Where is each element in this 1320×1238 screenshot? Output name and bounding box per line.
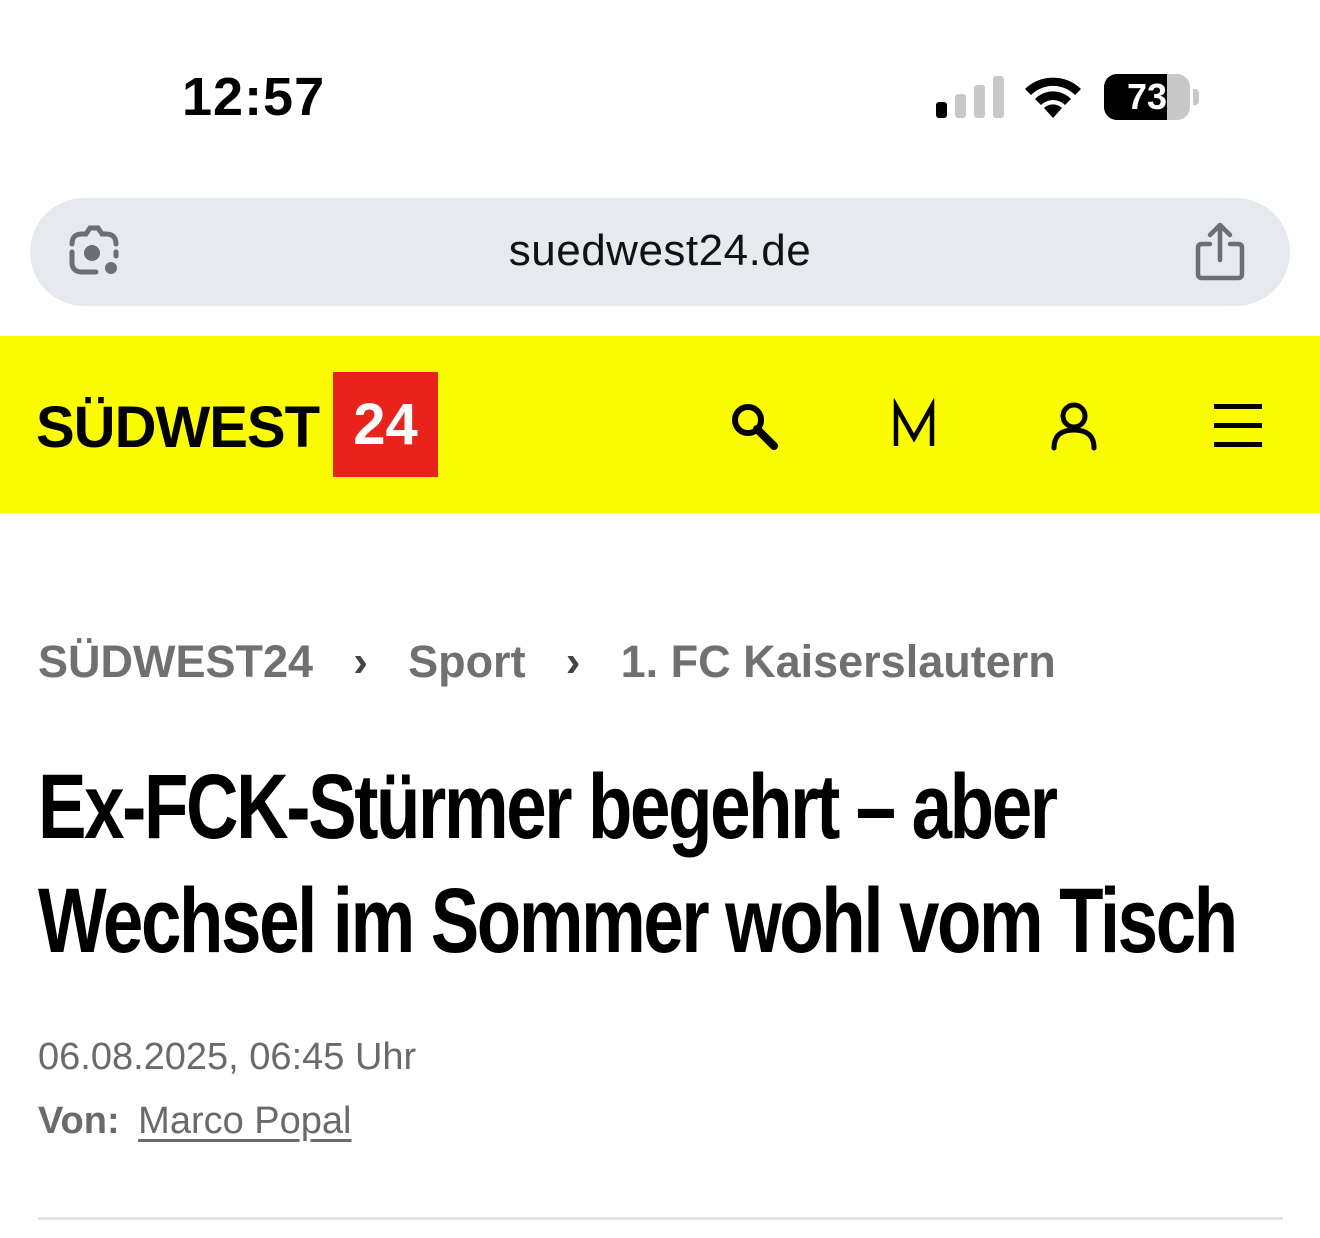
status-bar: 12:57 73: [0, 0, 1320, 190]
headline-line-2: Wechsel im Sommer wohl vom Tisch: [38, 870, 1238, 972]
breadcrumb-separator: ›: [565, 637, 581, 686]
logo-wordmark: SÜDWEST: [36, 395, 320, 460]
url-text[interactable]: suedwest24.de: [30, 198, 1290, 306]
camera-search-icon[interactable]: [64, 222, 124, 282]
logo-number: 24: [353, 392, 418, 457]
site-logo[interactable]: SÜDWEST 24: [36, 372, 440, 477]
breadcrumb-separator: ›: [353, 637, 368, 686]
wifi-icon: [1025, 77, 1081, 118]
status-time: 12:57: [182, 67, 326, 127]
logo-number-box: 24: [333, 372, 438, 477]
battery-icon: 73: [1104, 74, 1200, 120]
merkliste-m-icon[interactable]: [886, 398, 942, 454]
breadcrumb: SÜDWEST24 › Sport › 1. FC Kaiserslautern: [38, 632, 1056, 692]
article-headline: Ex-FCK-Stürmer begehrt – aber Wechsel im…: [38, 750, 1270, 978]
article-date: 06.08.2025, 06:45 Uhr: [38, 1036, 417, 1078]
address-bar[interactable]: suedwest24.de: [30, 198, 1290, 306]
search-icon[interactable]: [726, 398, 782, 454]
breadcrumb-item-home[interactable]: SÜDWEST24: [38, 636, 313, 688]
user-icon[interactable]: [1046, 398, 1102, 454]
divider: [38, 1217, 1283, 1220]
site-header: SÜDWEST 24: [0, 336, 1320, 513]
breadcrumb-item-team[interactable]: 1. FC Kaiserslautern: [621, 636, 1056, 688]
share-icon[interactable]: [1190, 220, 1250, 284]
article-byline: Von: Marco Popal: [38, 1100, 352, 1143]
cellular-signal-icon: [936, 76, 1004, 118]
menu-icon[interactable]: [1210, 398, 1266, 454]
breadcrumb-item-sport[interactable]: Sport: [408, 636, 526, 688]
battery-percent: 73: [1126, 76, 1168, 117]
headline-line-1: Ex-FCK-Stürmer begehrt – aber: [38, 756, 1058, 858]
author-link[interactable]: Marco Popal: [138, 1100, 351, 1142]
author-label: Von:: [38, 1100, 120, 1142]
